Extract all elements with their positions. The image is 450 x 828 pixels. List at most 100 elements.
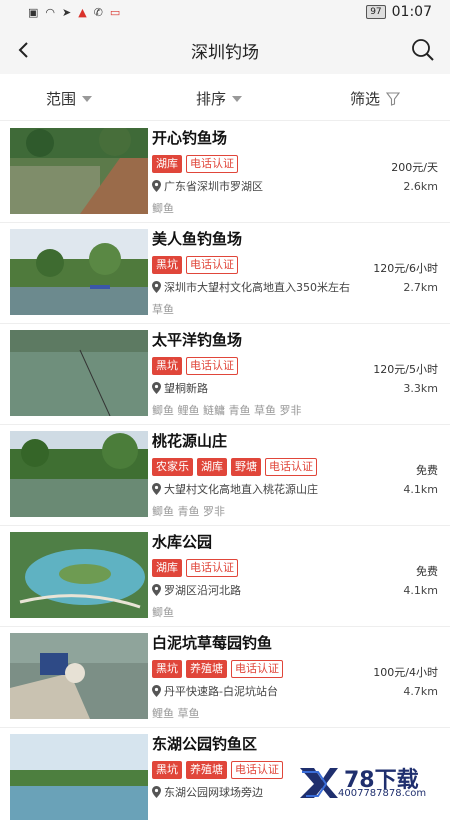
tag: 农家乐: [152, 458, 193, 476]
spot-location: 大望村文化高地直入桃花源山庄: [152, 481, 318, 497]
spot-price: 200元/天: [391, 161, 438, 174]
spot-distance: 2.6km: [403, 180, 438, 193]
spot-price: 120元/5小时: [373, 363, 438, 376]
battery-level: 97: [366, 5, 386, 19]
location-pin-icon: [152, 584, 161, 596]
spot-location-text: 东湖公园网球场旁边: [164, 786, 263, 799]
spot-name: 太平洋钓鱼场: [152, 331, 243, 349]
clock: 01:07: [391, 4, 432, 20]
spot-fish: 草鱼: [152, 303, 174, 316]
spot-distance: 4.1km: [403, 584, 438, 597]
spot-tags: 农家乐 湖库 野塘 电话认证: [152, 458, 317, 476]
spot-name: 东湖公园钓鱼区: [152, 735, 258, 753]
spot-fish: 鲤鱼 草鱼: [152, 707, 200, 720]
tag: 电话认证: [186, 155, 238, 173]
spot-photo: [10, 734, 148, 820]
spot-fish: 鲫鱼 青鱼 罗非: [152, 505, 225, 518]
spot-fish: 鲫鱼: [152, 606, 174, 619]
spot-tags: 黑坑 养殖塘 电话认证: [152, 761, 283, 779]
phone-icon: ✆: [93, 6, 103, 19]
spot-photo: [10, 431, 148, 517]
spot-location-text: 广东省深圳市罗湖区: [164, 180, 263, 193]
spot-tags: 湖库 电话认证: [152, 559, 238, 577]
tag: 养殖塘: [186, 660, 227, 678]
spot-name: 开心钓鱼场: [152, 129, 228, 147]
message-icon: ▭: [109, 6, 121, 19]
funnel-icon: [386, 91, 401, 106]
spot-photo: [10, 633, 148, 719]
list-item[interactable]: 太平洋钓鱼场 黑坑 电话认证 120元/5小时 望桐新路 3.3km 鲫鱼 鲤鱼…: [0, 323, 450, 425]
location-pin-icon: [152, 786, 161, 798]
spot-photo: [10, 532, 148, 618]
watermark: 78下载 4007787878.com: [298, 764, 448, 800]
spot-location: 罗湖区沿河北路: [152, 582, 241, 598]
tag: 电话认证: [186, 559, 238, 577]
spot-photo: [10, 229, 148, 315]
search-icon: [412, 39, 434, 61]
search-button[interactable]: [410, 36, 436, 64]
location-pin-icon: [152, 180, 161, 192]
list-item[interactable]: 美人鱼钓鱼场 黑坑 电话认证 120元/6小时 深圳市大望村文化高地直入350米…: [0, 222, 450, 324]
tag: 黑坑: [152, 660, 182, 678]
spot-name: 美人鱼钓鱼场: [152, 230, 243, 248]
spot-price: 100元/4小时: [373, 666, 438, 679]
spot-name: 白泥坑草莓园钓鱼: [152, 634, 273, 652]
filter-bar: 范围 排序 筛选: [0, 74, 450, 121]
page-title: 深圳钓场: [191, 43, 259, 63]
spot-location: 望桐新路: [152, 380, 208, 396]
spot-photo: [10, 128, 148, 214]
status-icons: ▣ ◠ ➤ ▲ ✆ ▭: [28, 5, 120, 21]
spot-distance: 4.1km: [403, 483, 438, 496]
filter-screen[interactable]: 筛选: [350, 88, 401, 109]
spot-location-text: 深圳市大望村文化高地直入350米左右: [164, 281, 350, 294]
filter-sort-label: 排序: [196, 90, 227, 108]
tag: 电话认证: [265, 458, 317, 476]
spot-location-text: 丹平快速路-白泥坑站台: [164, 685, 278, 698]
watermark-url: 4007787878.com: [338, 788, 427, 799]
spot-distance: 4.7km: [403, 685, 438, 698]
tag: 黑坑: [152, 761, 182, 779]
list-item[interactable]: 开心钓鱼场 湖库 电话认证 200元/天 广东省深圳市罗湖区 2.6km 鲫鱼: [0, 121, 450, 223]
list-item[interactable]: 桃花源山庄 农家乐 湖库 野塘 电话认证 免费 大望村文化高地直入桃花源山庄 4…: [0, 424, 450, 526]
spot-location: 广东省深圳市罗湖区: [152, 178, 263, 194]
location-pin-icon: [152, 281, 161, 293]
filter-range[interactable]: 范围: [46, 88, 93, 109]
notification-icon: ▣: [28, 6, 39, 19]
spot-location-text: 望桐新路: [164, 382, 208, 395]
spot-tags: 黑坑 养殖塘 电话认证: [152, 660, 283, 678]
tag: 野塘: [231, 458, 261, 476]
spot-distance: 2.7km: [403, 281, 438, 294]
tag: 湖库: [152, 559, 182, 577]
send-icon: ➤: [62, 6, 72, 19]
list-item[interactable]: 白泥坑草莓园钓鱼 黑坑 养殖塘 电话认证 100元/4小时 丹平快速路-白泥坑站…: [0, 626, 450, 728]
caret-down-icon: [82, 95, 93, 102]
tag: 电话认证: [231, 761, 283, 779]
location-pin-icon: [152, 382, 161, 394]
spot-location-text: 罗湖区沿河北路: [164, 584, 241, 597]
spot-distance: 3.3km: [403, 382, 438, 395]
filter-sort[interactable]: 排序: [196, 88, 243, 109]
spot-location: 东湖公园网球场旁边: [152, 784, 263, 800]
spot-price: 免费: [416, 464, 438, 477]
tag: 电话认证: [231, 660, 283, 678]
wifi-icon: ◠: [45, 6, 56, 19]
spot-tags: 黑坑 电话认证: [152, 256, 238, 274]
tag: 湖库: [197, 458, 227, 476]
spot-tags: 黑坑 电话认证: [152, 357, 238, 375]
status-bar: ▣ ◠ ➤ ▲ ✆ ▭ 97 01:07: [0, 0, 450, 26]
spot-photo: [10, 330, 148, 416]
tag: 电话认证: [186, 357, 238, 375]
tag: 电话认证: [186, 256, 238, 274]
spot-location-text: 大望村文化高地直入桃花源山庄: [164, 483, 318, 496]
list-item[interactable]: 水库公园 湖库 电话认证 免费 罗湖区沿河北路 4.1km 鲫鱼: [0, 525, 450, 627]
spot-price: 免费: [416, 565, 438, 578]
spot-location: 丹平快速路-白泥坑站台: [152, 683, 278, 699]
spot-price: 120元/6小时: [373, 262, 438, 275]
spot-fish: 鲫鱼: [152, 202, 174, 215]
spot-tags: 湖库 电话认证: [152, 155, 238, 173]
tag: 湖库: [152, 155, 182, 173]
spot-fish: 鲫鱼 鲤鱼 鲢鳙 青鱼 草鱼 罗非: [152, 404, 302, 417]
spot-location: 深圳市大望村文化高地直入350米左右: [152, 279, 350, 295]
tag: 黑坑: [152, 357, 182, 375]
tag: 养殖塘: [186, 761, 227, 779]
